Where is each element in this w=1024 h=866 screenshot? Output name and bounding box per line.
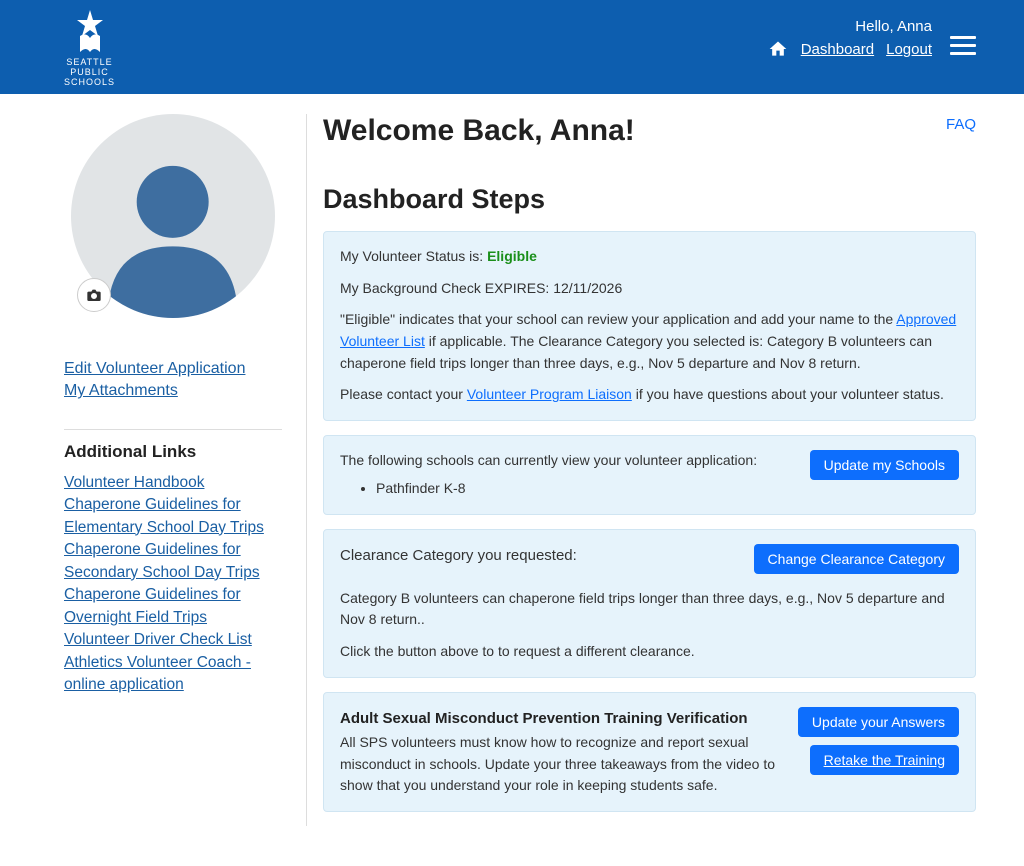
- update-schools-button[interactable]: Update my Schools: [810, 450, 959, 480]
- training-desc: All SPS volunteers must know how to reco…: [340, 734, 775, 793]
- logo-star-icon: [66, 8, 114, 56]
- chaperone-elementary-link[interactable]: Chaperone Guidelines for Elementary Scho…: [64, 494, 282, 539]
- additional-links-heading: Additional Links: [64, 442, 282, 462]
- update-answers-button[interactable]: Update your Answers: [798, 707, 959, 737]
- header: SEATTLE PUBLIC SCHOOLS Hello, Anna Dashb…: [0, 0, 1024, 94]
- status-value: Eligible: [487, 248, 537, 264]
- bg-check-exp: My Background Check EXPIRES: 12/11/2026: [340, 278, 959, 300]
- faq-link[interactable]: FAQ: [946, 116, 976, 133]
- training-card: Adult Sexual Misconduct Prevention Train…: [323, 692, 976, 812]
- driver-checklist-link[interactable]: Volunteer Driver Check List: [64, 629, 282, 651]
- hamburger-menu-icon[interactable]: [950, 18, 976, 55]
- logo-text-3: SCHOOLS: [64, 78, 115, 88]
- schools-card: The following schools can currently view…: [323, 435, 976, 514]
- camera-icon: [86, 288, 102, 302]
- chaperone-secondary-link[interactable]: Chaperone Guidelines for Secondary Schoo…: [64, 539, 282, 584]
- schools-intro: The following schools can currently view…: [340, 452, 757, 468]
- dashboard-link[interactable]: Dashboard: [801, 41, 874, 58]
- school-item: Pathfinder K-8: [376, 478, 794, 500]
- chaperone-overnight-link[interactable]: Chaperone Guidelines for Overnight Field…: [64, 584, 282, 629]
- greeting-text: Hello, Anna: [767, 18, 932, 35]
- content: Edit Volunteer Application My Attachment…: [0, 94, 1024, 866]
- header-right: Hello, Anna Dashboard Logout: [767, 8, 976, 59]
- page-title: Welcome Back, Anna!: [323, 114, 976, 148]
- upload-photo-button[interactable]: [77, 278, 111, 312]
- logout-link[interactable]: Logout: [886, 41, 932, 58]
- clearance-desc-2: Click the button above to to request a d…: [340, 641, 959, 663]
- sidebar-divider: [64, 429, 282, 430]
- clearance-desc-1: Category B volunteers can chaperone fiel…: [340, 588, 959, 631]
- volunteer-handbook-link[interactable]: Volunteer Handbook: [64, 472, 282, 494]
- change-clearance-button[interactable]: Change Clearance Category: [754, 544, 959, 574]
- main: FAQ Welcome Back, Anna! Dashboard Steps …: [306, 114, 976, 826]
- additional-links: Volunteer Handbook Chaperone Guidelines …: [64, 472, 282, 697]
- sidebar-primary-links: Edit Volunteer Application My Attachment…: [64, 358, 282, 403]
- clearance-heading: Clearance Category you requested:: [340, 547, 577, 564]
- retake-training-button[interactable]: Retake the Training: [810, 745, 959, 775]
- avatar: [71, 114, 275, 318]
- sidebar: Edit Volunteer Application My Attachment…: [64, 114, 282, 826]
- edit-volunteer-application-link[interactable]: Edit Volunteer Application: [64, 358, 282, 380]
- status-label: My Volunteer Status is:: [340, 248, 487, 264]
- dashboard-steps-heading: Dashboard Steps: [323, 184, 976, 215]
- logo[interactable]: SEATTLE PUBLIC SCHOOLS: [64, 8, 115, 88]
- home-icon[interactable]: [767, 39, 789, 59]
- athletics-coach-link[interactable]: Athletics Volunteer Coach - online appli…: [64, 652, 282, 697]
- my-attachments-link[interactable]: My Attachments: [64, 380, 282, 402]
- status-card: My Volunteer Status is: Eligible My Back…: [323, 231, 976, 421]
- volunteer-program-liaison-link[interactable]: Volunteer Program Liaison: [467, 386, 632, 402]
- clearance-card: Clearance Category you requested: Change…: [323, 529, 976, 678]
- training-heading: Adult Sexual Misconduct Prevention Train…: [340, 707, 782, 730]
- person-icon: [87, 147, 258, 318]
